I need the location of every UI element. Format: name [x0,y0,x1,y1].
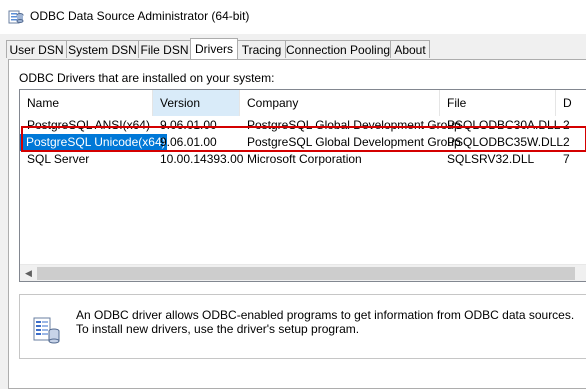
info-panel: An ODBC driver allows ODBC-enabled progr… [19,294,586,359]
driver-name: SQL Server [27,152,90,166]
driver-row[interactable]: PostgreSQL ANSI(x64) 9.06.01.00 PostgreS… [20,117,586,134]
scrollbar-thumb[interactable] [37,267,575,280]
driver-version: 9.06.01.00 [160,135,217,149]
odbc-admin-icon [8,10,24,24]
driver-name: PostgreSQL Unicode(x64) [20,134,167,151]
driver-date: 2 [563,135,570,149]
scroll-left-icon[interactable]: ◀ [20,265,37,281]
list-header: Name Version Company File D [20,90,586,116]
driver-name: PostgreSQL ANSI(x64) [27,118,150,132]
drivers-list[interactable]: Name Version Company File D PostgreSQL A… [19,89,586,282]
driver-company: PostgreSQL Global Development Group [247,118,461,132]
column-header-file[interactable]: File [440,90,556,116]
driver-version: 10.00.14393.00 [160,152,244,166]
column-header-date[interactable]: D [556,90,586,116]
driver-version: 9.06.01.00 [160,118,217,132]
driver-company: PostgreSQL Global Development Group [247,135,461,149]
info-text: An ODBC driver allows ODBC-enabled progr… [76,308,575,336]
driver-file: SQLSRV32.DLL [447,152,535,166]
tab-tracing[interactable]: Tracing [237,40,286,58]
column-header-name[interactable]: Name [20,90,153,116]
drivers-section-label: ODBC Drivers that are installed on your … [19,71,275,85]
driver-file: PSQLODBC30A.DLL [447,118,561,132]
tab-strip: User DSN System DSN File DSN Drivers Tra… [0,38,586,60]
window-title: ODBC Data Source Administrator (64-bit) [30,9,250,23]
odbc-data-source-icon [33,317,60,344]
tab-file-dsn[interactable]: File DSN [138,40,191,58]
driver-row-selected[interactable]: PostgreSQL Unicode(x64) 9.06.01.00 Postg… [20,134,586,151]
driver-row[interactable]: SQL Server 10.00.14393.00 Microsoft Corp… [20,151,586,168]
horizontal-scrollbar[interactable]: ◀ [20,264,586,281]
tab-user-dsn[interactable]: User DSN [6,40,67,58]
tab-about[interactable]: About [390,40,430,58]
driver-date: 7 [563,152,570,166]
driver-date: 2 [563,118,570,132]
tab-connection-pooling[interactable]: Connection Pooling [285,40,391,58]
tab-drivers[interactable]: Drivers [190,38,238,59]
column-header-version[interactable]: Version [153,90,240,116]
driver-file: PSQLODBC35W.DLL [447,135,564,149]
tab-system-dsn[interactable]: System DSN [66,40,139,58]
driver-company: Microsoft Corporation [247,152,362,166]
title-bar: ODBC Data Source Administrator (64-bit) [0,0,586,34]
column-header-company[interactable]: Company [240,90,440,116]
